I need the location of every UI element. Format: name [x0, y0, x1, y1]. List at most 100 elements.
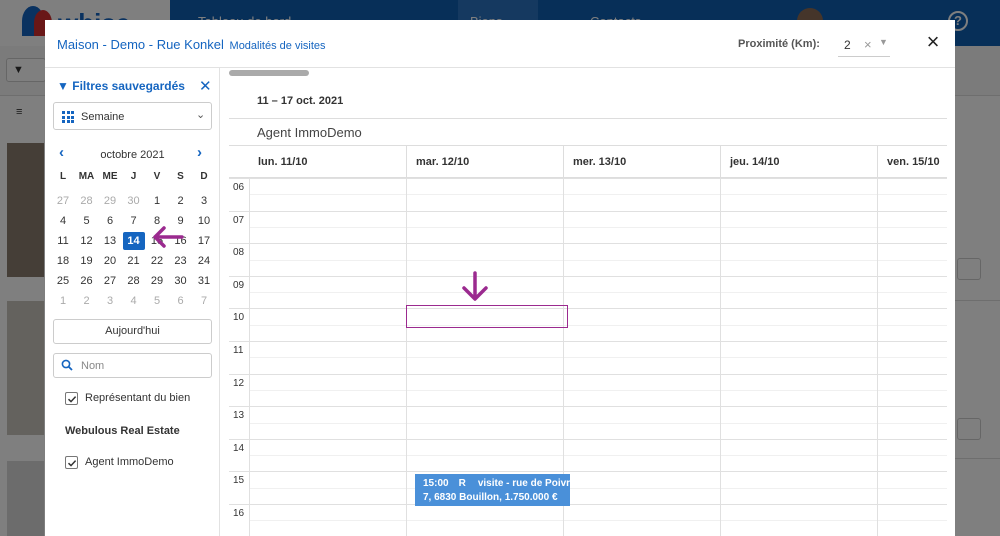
next-month-button[interactable]: › [197, 144, 202, 161]
weekday-label: ME [102, 171, 118, 182]
calendar-day[interactable]: 4 [52, 212, 74, 230]
calendar-day[interactable]: 30 [170, 272, 192, 290]
calendar-day[interactable]: 6 [99, 212, 121, 230]
half-hour-line [249, 487, 947, 489]
calendar-day[interactable]: 17 [193, 232, 215, 250]
calendar-day[interactable]: 21 [123, 252, 145, 270]
calendar-day[interactable]: 1 [146, 192, 168, 210]
search-icon [61, 359, 73, 371]
day-header[interactable]: mer. 13/10 [563, 146, 626, 178]
chevron-down-icon: ⌄ [196, 109, 206, 121]
agent-search[interactable] [53, 353, 212, 378]
chevron-down-icon[interactable]: ▼ [879, 37, 888, 47]
property-title: Maison - Demo - Rue Konkel [57, 37, 224, 52]
hour-line [229, 406, 947, 408]
calendar-day[interactable]: 23 [170, 252, 192, 270]
day-header[interactable]: jeu. 14/10 [720, 146, 780, 178]
calendar-day[interactable]: 27 [52, 192, 74, 210]
calendar-day[interactable]: 10 [193, 212, 215, 230]
hour-label: 12 [233, 377, 245, 389]
proximity-select[interactable]: 2 × ▼ [838, 33, 890, 57]
calendar-day[interactable]: 19 [76, 252, 98, 270]
week-calendar: 11 – 17 oct. 2021 Agent ImmoDemo lun. 11… [221, 68, 955, 536]
clear-icon[interactable]: × [864, 37, 872, 52]
calendar-day[interactable]: 12 [76, 232, 98, 250]
mini-calendar: 27 28 29 30 1 2 3 4 5 6 7 8 9 10 11 12 13 14 15 16 17 18 19 20 2… [52, 192, 216, 312]
calendar-day[interactable]: 1 [52, 292, 74, 310]
weekday-label: V [153, 171, 161, 182]
calendar-day[interactable]: 7 [193, 292, 215, 310]
search-input[interactable] [81, 358, 206, 374]
half-hour-line [249, 389, 947, 391]
hour-line [229, 504, 947, 505]
day-column-line [406, 178, 407, 536]
event-title: visite - rue de Poivre [477, 478, 570, 489]
event-address: 7, 6830 Bouillon, 1.750.000 € [423, 492, 558, 503]
calendar-day[interactable]: 25 [52, 272, 74, 290]
agent-checkbox[interactable] [65, 456, 78, 469]
hour-line [229, 243, 947, 245]
weekday-label: MA [78, 171, 95, 182]
calendar-day[interactable]: 13 [99, 232, 121, 250]
half-hour-line [249, 357, 947, 359]
hour-label: 14 [233, 442, 245, 454]
view-select[interactable]: Semaine ⌄ [53, 102, 212, 130]
day-header[interactable]: lun. 11/10 [229, 146, 308, 178]
modal-title: Maison - Demo - Rue Konkel Modalités de … [57, 37, 326, 52]
calendar-day-today[interactable]: 14 [122, 232, 145, 250]
agent-label: Agent ImmoDemo [85, 456, 174, 468]
calendar-day[interactable]: 31 [193, 272, 215, 290]
calendar-day[interactable]: 22 [146, 252, 168, 270]
calendar-day[interactable]: 28 [123, 272, 145, 290]
agent-title: Agent ImmoDemo [229, 118, 947, 146]
hour-label: 11 [233, 345, 244, 356]
calendar-day[interactable]: 4 [123, 292, 145, 310]
day-header[interactable]: mar. 12/10 [406, 146, 469, 178]
calendar-day[interactable]: 5 [76, 212, 98, 230]
calendar-day[interactable]: 26 [76, 272, 98, 290]
horizontal-scrollbar[interactable] [229, 70, 309, 76]
time-grid[interactable]: 15:00 Rvisite - rue de Poivre 7, 6830 Bou… [229, 178, 947, 536]
hour-line [229, 438, 947, 440]
proximity-value: 2 [844, 38, 851, 52]
agency-name: Webulous Real Estate [65, 425, 180, 437]
calendar-day[interactable]: 3 [193, 192, 215, 210]
week-range: 11 – 17 oct. 2021 [257, 95, 344, 107]
hour-label: 10 [233, 312, 245, 324]
calendar-day[interactable]: 5 [146, 292, 168, 310]
hour-label: 06 [233, 182, 245, 193]
calendar-day[interactable]: 6 [170, 292, 192, 310]
calendar-day[interactable]: 2 [76, 292, 98, 310]
calendar-day[interactable]: 7 [123, 212, 145, 230]
event-time: 15:00 [423, 478, 449, 489]
calendar-day[interactable]: 24 [193, 252, 215, 270]
proximity-label: Proximité (Km): [738, 38, 820, 50]
weekday-label: S [177, 171, 184, 182]
half-hour-line [249, 324, 947, 326]
close-filters-icon[interactable]: ✕ [199, 77, 212, 95]
half-hour-line [249, 455, 947, 457]
calendar-day[interactable]: 27 [99, 272, 121, 290]
calendar-day[interactable]: 11 [52, 232, 74, 250]
calendar-day[interactable]: 30 [123, 192, 145, 210]
close-button[interactable]: × [922, 31, 944, 54]
calendar-day[interactable]: 20 [99, 252, 121, 270]
visit-event[interactable]: 15:00 Rvisite - rue de Poivre 7, 6830 Bou… [415, 474, 570, 506]
calendar-day[interactable]: 3 [99, 292, 121, 310]
representative-checkbox[interactable] [65, 392, 78, 405]
calendar-day[interactable]: 28 [76, 192, 98, 210]
calendar-day[interactable]: 29 [99, 192, 121, 210]
calendar-day[interactable]: 18 [52, 252, 74, 270]
calendar-day[interactable]: 29 [146, 272, 168, 290]
today-button[interactable]: Aujourd'hui [53, 319, 212, 344]
modal-subtitle: Modalités de visites [229, 40, 326, 52]
calendar-day[interactable]: 2 [170, 192, 192, 210]
day-column-line [877, 178, 878, 536]
arrow-left-icon [153, 226, 184, 248]
highlighted-slot[interactable] [406, 305, 568, 328]
half-hour-line [249, 194, 947, 196]
day-header[interactable]: ven. 15/10 [877, 146, 940, 178]
half-hour-line [249, 292, 947, 294]
hour-line [229, 275, 947, 277]
calendar-weekdays: L MA ME J V S D [52, 171, 216, 185]
